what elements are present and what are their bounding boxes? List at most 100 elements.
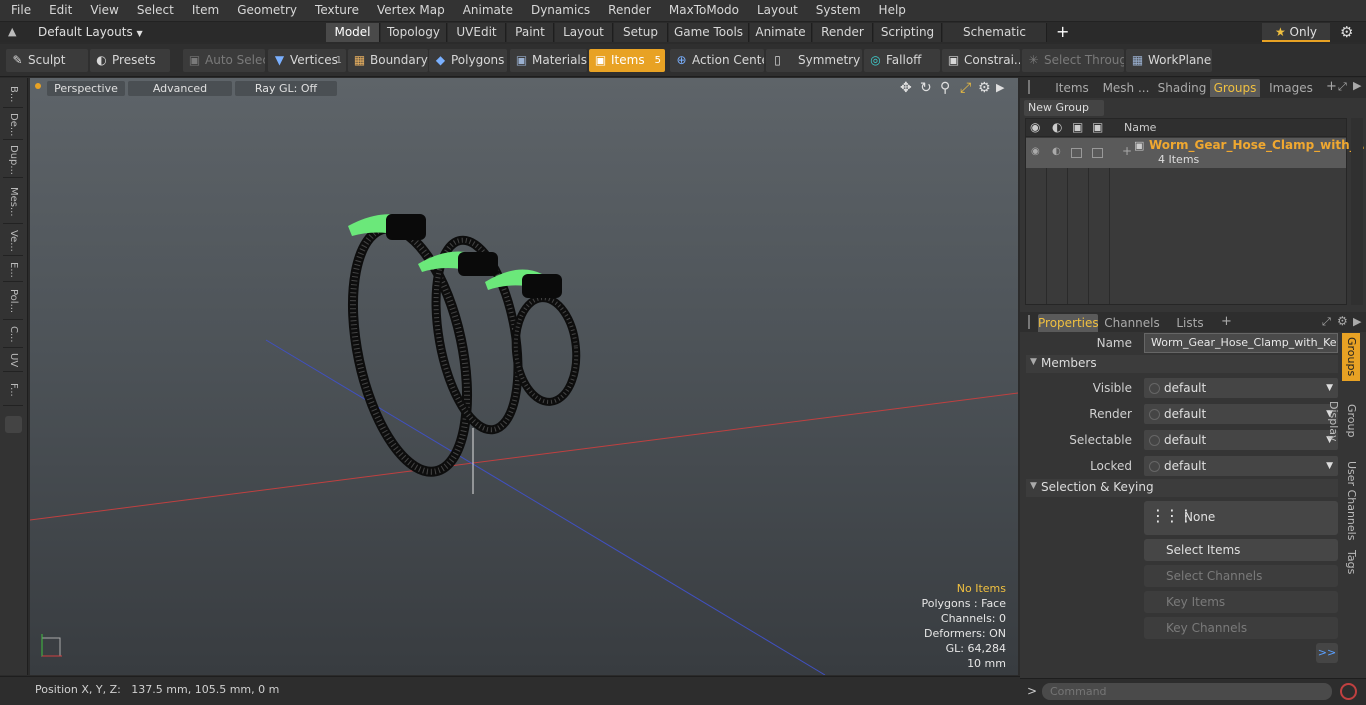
select-through-button[interactable]: ✳ Select Through bbox=[1022, 49, 1124, 72]
menu-help[interactable]: Help bbox=[870, 0, 915, 21]
render-icon[interactable]: ◐ bbox=[1052, 120, 1062, 134]
tab-channels[interactable]: Channels bbox=[1102, 314, 1162, 332]
left-tab-uv[interactable]: UV bbox=[3, 350, 23, 372]
row-lock-checkbox[interactable] bbox=[1071, 148, 1082, 158]
groups-scrollbar[interactable] bbox=[1351, 118, 1363, 305]
tab-animate[interactable]: Animate bbox=[750, 23, 812, 42]
row-eye-icon[interactable]: ◉ bbox=[1031, 146, 1040, 157]
left-tab-mesh[interactable]: Mes... bbox=[3, 180, 23, 224]
materials-button[interactable]: ▣ Materials bbox=[510, 49, 587, 72]
more-button[interactable]: >> bbox=[1316, 643, 1338, 663]
add-panel-tab-button[interactable]: + bbox=[1326, 79, 1337, 94]
tab-uvedit[interactable]: UVEdit bbox=[448, 23, 506, 42]
tab-setup[interactable]: Setup bbox=[614, 23, 668, 42]
group-row[interactable]: ◉ ◐ + ▣ Worm_Gear_Hose_Clamp_with_... 4 … bbox=[1026, 138, 1366, 168]
render-dropdown[interactable]: default ▼ bbox=[1144, 404, 1338, 424]
vertices-button[interactable]: ▼ Vertices 1 bbox=[268, 49, 346, 72]
visible-dropdown[interactable]: default ▼ bbox=[1144, 378, 1338, 398]
panel-menu-icon[interactable]: ▶ bbox=[1353, 79, 1361, 92]
side-tab-tags[interactable]: Tags bbox=[1342, 545, 1360, 579]
selectable-dropdown[interactable]: default ▼ bbox=[1144, 430, 1338, 450]
left-tab-edge[interactable]: E... bbox=[3, 258, 23, 282]
menu-item[interactable]: Item bbox=[183, 0, 228, 21]
menu-vertex-map[interactable]: Vertex Map bbox=[368, 0, 454, 21]
new-group-button[interactable]: New Group bbox=[1024, 100, 1104, 116]
tab-mesh[interactable]: Mesh ... bbox=[1098, 79, 1154, 97]
properties-grip[interactable] bbox=[1028, 315, 1036, 329]
none-button[interactable]: ⋮⋮⋮ None bbox=[1144, 501, 1338, 535]
constraints-button[interactable]: ▣ Constrai... bbox=[942, 49, 1020, 72]
menu-geometry[interactable]: Geometry bbox=[228, 0, 306, 21]
key-items-button[interactable]: Key Items bbox=[1144, 591, 1338, 613]
tab-lists[interactable]: Lists bbox=[1166, 314, 1214, 332]
3d-viewport[interactable]: Perspective Advanced Ray GL: Off ✥ ↻ ⚲ ⤢… bbox=[30, 78, 1018, 675]
left-tab-fusion[interactable]: F... bbox=[3, 374, 23, 406]
menu-view[interactable]: View bbox=[81, 0, 127, 21]
menu-render[interactable]: Render bbox=[599, 0, 660, 21]
select-channels-button[interactable]: Select Channels bbox=[1144, 565, 1338, 587]
tab-images[interactable]: Images bbox=[1266, 79, 1316, 97]
tab-groups[interactable]: Groups bbox=[1210, 79, 1260, 97]
left-tab-vertex[interactable]: Ve... bbox=[3, 226, 23, 256]
panel-expand-icon[interactable]: ⤢ bbox=[1338, 80, 1347, 94]
menu-system[interactable]: System bbox=[807, 0, 870, 21]
action-center-button[interactable]: ⊕ Action Center bbox=[670, 49, 764, 72]
polygons-button[interactable]: ◆ Polygons bbox=[429, 49, 507, 72]
side-tab-groups[interactable]: Groups bbox=[1342, 333, 1360, 381]
menu-dynamics[interactable]: Dynamics bbox=[522, 0, 599, 21]
locked-dropdown[interactable]: default ▼ bbox=[1144, 456, 1338, 476]
tab-schematic-fusion[interactable]: Schematic Fusion bbox=[943, 23, 1047, 58]
name-input[interactable]: Worm_Gear_Hose_Clamp_with_Key_S bbox=[1144, 333, 1338, 353]
menu-layout[interactable]: Layout bbox=[748, 0, 807, 21]
select-items-button[interactable]: Select Items bbox=[1144, 539, 1338, 561]
properties-expand-icon[interactable]: ⤢ bbox=[1322, 315, 1331, 329]
side-tab-group-display[interactable]: Group Display bbox=[1327, 385, 1360, 457]
selection-keying-section[interactable]: ▼ Selection & Keying bbox=[1026, 479, 1338, 497]
left-tab-polygon[interactable]: Pol... bbox=[3, 284, 23, 320]
add-properties-tab-button[interactable]: + bbox=[1221, 314, 1232, 329]
record-icon[interactable] bbox=[1340, 683, 1357, 700]
left-tab-basic[interactable]: B... bbox=[3, 82, 23, 108]
symmetry-button[interactable]: ▯ Symmetry bbox=[766, 49, 862, 72]
gear-icon[interactable]: ⚙ bbox=[1340, 22, 1353, 42]
tab-game-tools[interactable]: Game Tools bbox=[669, 23, 749, 42]
side-tab-user-channels[interactable]: User Channels bbox=[1342, 461, 1360, 541]
auto-select-button[interactable]: ▣ Auto Select bbox=[183, 49, 265, 72]
menu-maxtomodo[interactable]: MaxToModo bbox=[660, 0, 748, 21]
collapse-icon[interactable]: ▲ bbox=[8, 25, 16, 38]
menu-edit[interactable]: Edit bbox=[40, 0, 81, 21]
sculpt-button[interactable]: ✎ Sculpt bbox=[6, 49, 88, 72]
menu-texture[interactable]: Texture bbox=[306, 0, 368, 21]
boundary-button[interactable]: ▦ Boundary bbox=[348, 49, 428, 72]
only-toggle[interactable]: ★ Only bbox=[1262, 23, 1330, 42]
row-render-icon[interactable]: ◐ bbox=[1052, 146, 1061, 157]
left-tab-curve[interactable]: C... bbox=[3, 322, 23, 348]
left-strip-toggle[interactable] bbox=[5, 416, 22, 433]
tab-items[interactable]: Items bbox=[1046, 79, 1098, 97]
tab-shading[interactable]: Shading bbox=[1154, 79, 1210, 97]
lock-icon[interactable]: ▣ bbox=[1072, 120, 1083, 134]
layout-selector[interactable]: Default Layouts ▼ bbox=[38, 24, 143, 42]
eye-icon[interactable]: ◉ bbox=[1030, 120, 1040, 134]
properties-gear-icon[interactable]: ⚙ bbox=[1337, 314, 1348, 328]
members-section[interactable]: ▼ Members bbox=[1026, 355, 1338, 373]
falloff-button[interactable]: ◎ Falloff bbox=[864, 49, 940, 72]
left-tab-duplicate[interactable]: Dup... bbox=[3, 142, 23, 178]
menu-file[interactable]: File bbox=[0, 0, 40, 21]
panel-grip[interactable] bbox=[1028, 80, 1036, 94]
tab-model[interactable]: Model bbox=[326, 23, 380, 42]
menu-animate[interactable]: Animate bbox=[454, 0, 522, 21]
properties-menu-icon[interactable]: ▶ bbox=[1353, 315, 1361, 328]
tab-layout[interactable]: Layout bbox=[555, 23, 613, 42]
presets-button[interactable]: ◐ Presets bbox=[90, 49, 170, 72]
menu-select[interactable]: Select bbox=[128, 0, 183, 21]
select-icon[interactable]: ▣ bbox=[1092, 120, 1103, 134]
left-tab-deform[interactable]: De... bbox=[3, 110, 23, 140]
add-tab-button[interactable]: + bbox=[1056, 22, 1069, 41]
command-input[interactable] bbox=[1042, 683, 1332, 700]
key-channels-button[interactable]: Key Channels bbox=[1144, 617, 1338, 639]
items-button[interactable]: ▣ Items 5 bbox=[589, 49, 665, 72]
tab-properties[interactable]: Properties bbox=[1038, 314, 1099, 332]
tab-topology[interactable]: Topology bbox=[381, 23, 447, 42]
expand-icon[interactable]: + bbox=[1122, 144, 1132, 158]
